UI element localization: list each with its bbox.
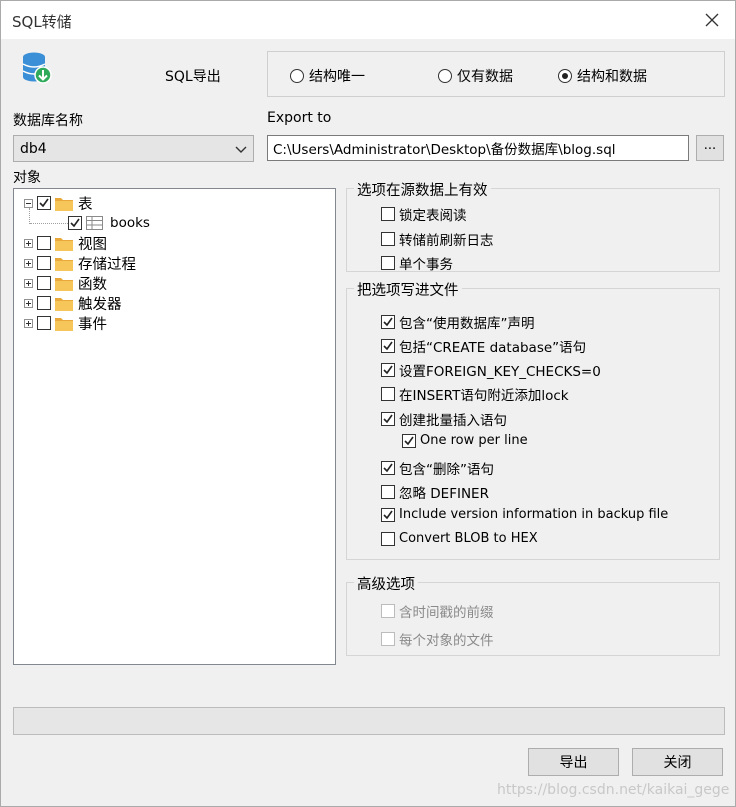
export-button[interactable]: 导出 bbox=[528, 748, 619, 776]
tree-item-events[interactable]: 事件 bbox=[24, 313, 107, 333]
option-bulk-insert[interactable]: 创建批量插入语句 bbox=[381, 409, 507, 429]
option-flush-logs[interactable]: 转储前刷新日志 bbox=[381, 229, 494, 249]
checkbox-checked[interactable] bbox=[381, 412, 395, 426]
checkbox-checked[interactable] bbox=[381, 363, 395, 377]
tree-item-triggers[interactable]: 触发器 bbox=[24, 293, 122, 313]
checkbox[interactable] bbox=[381, 387, 395, 401]
radio-structure-and-data[interactable]: 结构和数据 bbox=[558, 66, 647, 86]
option-use-database[interactable]: 包含“使用数据库”声明 bbox=[381, 312, 535, 332]
source-options-title: 选项在源数据上有效 bbox=[354, 179, 491, 200]
expand-toggle[interactable] bbox=[24, 238, 33, 248]
checkbox-checked[interactable] bbox=[381, 339, 395, 353]
tree-item-procedures[interactable]: 存储过程 bbox=[24, 253, 136, 273]
file-options-title: 把选项写进文件 bbox=[354, 279, 462, 300]
database-name-label: 数据库名称 bbox=[13, 113, 83, 129]
checkbox-checked[interactable] bbox=[402, 433, 416, 448]
export-path-input[interactable] bbox=[267, 135, 689, 161]
collapse-toggle[interactable] bbox=[24, 198, 33, 208]
tree-checkbox[interactable] bbox=[37, 236, 51, 250]
database-select[interactable]: db4 bbox=[13, 135, 254, 162]
sql-dump-dialog: SQL转储 SQL导出 结构唯一 仅有数据 结构和数据 数据库名称 db4 Ex… bbox=[0, 0, 736, 807]
close-window-button[interactable] bbox=[689, 1, 735, 39]
export-to-label: Export to bbox=[267, 110, 332, 126]
option-create-database[interactable]: 包括“CREATE database”语句 bbox=[381, 336, 586, 356]
tree-checkbox[interactable] bbox=[68, 216, 82, 230]
progress-bar bbox=[13, 707, 725, 735]
option-timestamp-prefix: 含时间戳的前缀 bbox=[381, 601, 494, 621]
expand-toggle[interactable] bbox=[24, 318, 33, 328]
radio-data-only[interactable]: 仅有数据 bbox=[438, 66, 513, 86]
expand-toggle[interactable] bbox=[24, 258, 33, 268]
option-one-row-per-line[interactable]: One row per line bbox=[402, 433, 528, 448]
option-foreign-key-checks[interactable]: 设置FOREIGN_KEY_CHECKS=0 bbox=[381, 360, 601, 380]
close-button[interactable]: 关闭 bbox=[632, 748, 723, 776]
option-insert-lock[interactable]: 在INSERT语句附近添加lock bbox=[381, 384, 569, 404]
option-version-info[interactable]: Include version information in backup fi… bbox=[381, 507, 668, 522]
object-tree: 表 books 视图 存储过程 函数 触发器 事件 bbox=[13, 188, 336, 665]
option-blob-to-hex[interactable]: Convert BLOB to HEX bbox=[381, 531, 538, 546]
browse-button[interactable]: ... bbox=[696, 135, 724, 161]
table-icon bbox=[86, 216, 103, 230]
close-icon bbox=[705, 13, 719, 27]
radio-circle bbox=[438, 69, 452, 83]
export-mode-label: SQL导出 bbox=[165, 69, 221, 85]
title-bar: SQL转储 bbox=[1, 1, 735, 39]
tree-checkbox[interactable] bbox=[37, 296, 51, 310]
tree-checkbox[interactable] bbox=[37, 316, 51, 330]
option-single-transaction[interactable]: 单个事务 bbox=[381, 253, 453, 273]
checkbox-checked[interactable] bbox=[381, 461, 395, 475]
folder-icon bbox=[55, 317, 73, 331]
checkbox-checked[interactable] bbox=[381, 315, 395, 329]
checkbox[interactable] bbox=[381, 207, 395, 221]
tree-checkbox[interactable] bbox=[37, 276, 51, 290]
checkbox[interactable] bbox=[381, 256, 395, 270]
objects-label: 对象 bbox=[13, 170, 41, 186]
option-file-per-object: 每个对象的文件 bbox=[381, 629, 494, 649]
checkbox-disabled bbox=[381, 632, 395, 646]
tree-item-functions[interactable]: 函数 bbox=[24, 273, 107, 293]
folder-icon bbox=[55, 197, 73, 211]
watermark: https://blog.csdn.net/kaikai_gege bbox=[497, 782, 730, 798]
database-export-icon bbox=[22, 52, 52, 84]
expand-toggle[interactable] bbox=[24, 278, 33, 288]
radio-circle bbox=[290, 69, 304, 83]
tree-checkbox[interactable] bbox=[37, 196, 51, 210]
checkbox[interactable] bbox=[381, 232, 395, 246]
tree-item-books[interactable]: books bbox=[68, 213, 150, 233]
folder-icon bbox=[55, 257, 73, 271]
option-drop-statements[interactable]: 包含“删除”语句 bbox=[381, 458, 494, 478]
advanced-options-title: 高级选项 bbox=[354, 573, 418, 594]
checkbox-disabled bbox=[381, 604, 395, 618]
radio-circle-selected bbox=[558, 69, 572, 83]
export-mode-group: 结构唯一 仅有数据 结构和数据 bbox=[267, 51, 725, 97]
tree-item-tables[interactable]: 表 bbox=[24, 193, 93, 213]
folder-icon bbox=[55, 277, 73, 291]
option-ignore-definer[interactable]: 忽略 DEFINER bbox=[381, 482, 489, 502]
option-lock-tables[interactable]: 锁定表阅读 bbox=[381, 204, 467, 224]
checkbox-checked[interactable] bbox=[381, 507, 395, 522]
checkbox[interactable] bbox=[381, 485, 395, 499]
tree-checkbox[interactable] bbox=[37, 256, 51, 270]
tree-item-views[interactable]: 视图 bbox=[24, 233, 107, 253]
checkbox[interactable] bbox=[381, 531, 395, 546]
expand-toggle[interactable] bbox=[24, 298, 33, 308]
window-title: SQL转储 bbox=[12, 13, 72, 31]
chevron-down-icon bbox=[235, 146, 247, 153]
folder-icon bbox=[55, 297, 73, 311]
folder-icon bbox=[55, 237, 73, 251]
radio-structure-only[interactable]: 结构唯一 bbox=[290, 66, 365, 86]
